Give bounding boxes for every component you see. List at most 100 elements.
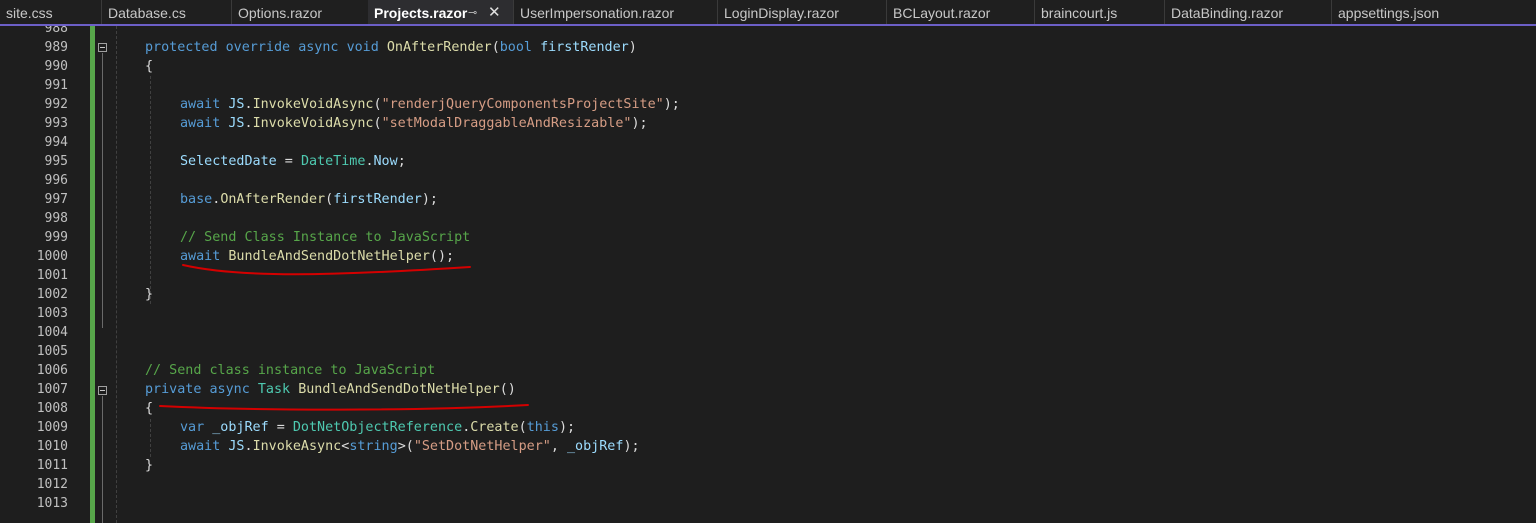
keyword: this: [526, 420, 559, 435]
code-line-997: base.OnAfterRender(firstRender);: [180, 190, 438, 209]
punctuation: );: [623, 439, 640, 454]
tab-site-css[interactable]: site.css: [0, 0, 106, 24]
collapse-icon[interactable]: [98, 43, 107, 52]
keyword: string: [349, 439, 398, 454]
line-number: 1009: [36, 420, 68, 435]
keyword: void: [346, 40, 379, 55]
line-number: 992: [44, 97, 68, 112]
line-number: 1011: [36, 458, 68, 473]
line-number: 989: [44, 40, 68, 55]
method-name: InvokeVoidAsync: [252, 97, 374, 112]
code-line-1000: await BundleAndSendDotNetHelper();: [180, 247, 454, 266]
punctuation: .: [244, 116, 253, 131]
fold-region-line: [102, 396, 103, 523]
code-line-992: await JS.InvokeVoidAsync("renderjQueryCo…: [180, 95, 680, 114]
code-line-995: SelectedDate = DateTime.Now;: [180, 152, 406, 171]
line-number: 1005: [36, 344, 68, 359]
line-number: 995: [44, 154, 68, 169]
parameter: firstRender: [540, 40, 629, 55]
tab-database-cs[interactable]: Database.cs: [101, 0, 231, 24]
tab-userimpersonation-razor[interactable]: UserImpersonation.razor: [513, 0, 717, 24]
line-number: 991: [44, 78, 68, 93]
line-number: 997: [44, 192, 68, 207]
keyword: await: [180, 439, 221, 454]
identifier: Now: [373, 154, 398, 169]
punctuation: (: [325, 192, 334, 207]
identifier: _objRef: [212, 420, 269, 435]
tab-braincourt-js[interactable]: braincourt.js: [1034, 0, 1164, 24]
keyword: bool: [499, 40, 532, 55]
tab-options-razor[interactable]: Options.razor: [231, 0, 368, 24]
fold-region-line: [102, 53, 103, 328]
line-number: 999: [44, 230, 68, 245]
punctuation: (: [518, 420, 527, 435]
indent-guide: [150, 419, 151, 457]
line-number: 998: [44, 211, 68, 226]
tab-label: Options.razor: [238, 5, 323, 21]
punctuation: ();: [429, 249, 455, 264]
indent-guide: [116, 26, 117, 523]
punctuation: );: [663, 97, 680, 112]
document-tab-strip: site.css Database.cs Options.razor Proje…: [0, 0, 1536, 26]
string-literal: "renderjQueryComponentsProjectSite": [381, 97, 664, 112]
tab-logindisplay-razor[interactable]: LoginDisplay.razor: [717, 0, 886, 24]
line-number: 1001: [36, 268, 68, 283]
brace: }: [145, 287, 154, 302]
keyword: await: [180, 249, 221, 264]
code-line-1002: }: [145, 285, 153, 304]
method-name: OnAfterRender: [220, 192, 326, 207]
tab-databinding-razor[interactable]: DataBinding.razor: [1164, 0, 1331, 24]
brace: {: [145, 401, 154, 416]
line-number: 1010: [36, 439, 68, 454]
red-underline-annotation: [159, 404, 529, 411]
line-number: 1007: [36, 382, 68, 397]
line-number: 994: [44, 135, 68, 150]
punctuation: .: [244, 439, 253, 454]
tab-label: UserImpersonation.razor: [520, 5, 675, 21]
change-tracking-bar: [90, 26, 95, 523]
line-number: 996: [44, 173, 68, 188]
code-line-1008: {: [145, 399, 153, 418]
line-number: 1004: [36, 325, 68, 340]
method-name: BundleAndSendDotNetHelper: [228, 249, 430, 264]
code-editor[interactable]: 988 989 990 991 992 993 994 995 996 997 …: [0, 26, 1536, 523]
line-number: 1002: [36, 287, 68, 302]
keyword: override: [225, 40, 291, 55]
tab-label: braincourt.js: [1041, 5, 1118, 21]
code-line-1009: var _objRef = DotNetObjectReference.Crea…: [180, 418, 575, 437]
keyword: await: [180, 97, 221, 112]
identifier: JS: [228, 439, 245, 454]
string-literal: "SetDotNetHelper": [413, 439, 551, 454]
line-number: 1008: [36, 401, 68, 416]
identifier: _objRef: [567, 439, 624, 454]
keyword: async: [209, 382, 250, 397]
string-literal: "setModalDraggableAndResizable": [381, 116, 632, 131]
tab-appsettings-json[interactable]: appsettings.json: [1331, 0, 1486, 24]
operator: =: [276, 154, 301, 169]
type-name: DateTime: [300, 154, 366, 169]
punctuation: (): [499, 382, 516, 397]
pin-tab-icon[interactable]: ⊸: [468, 0, 477, 24]
tab-bclayout-razor[interactable]: BCLayout.razor: [886, 0, 1034, 24]
code-line-990: {: [145, 57, 153, 76]
identifier: JS: [228, 116, 245, 131]
indent-guide: [150, 76, 151, 304]
line-number: 1012: [36, 477, 68, 492]
identifier: SelectedDate: [180, 154, 277, 169]
method-name: BundleAndSendDotNetHelper: [298, 382, 500, 397]
punctuation: );: [558, 420, 576, 435]
type-name: DotNetObjectReference: [292, 420, 463, 435]
tab-label: DataBinding.razor: [1171, 5, 1284, 21]
close-tab-icon[interactable]: ✕: [488, 0, 501, 24]
punctuation: >(: [397, 439, 414, 454]
tab-label: Database.cs: [108, 5, 186, 21]
punctuation: (: [373, 97, 382, 112]
comment: // Send Class Instance to JavaScript: [180, 230, 471, 245]
keyword: protected: [145, 40, 218, 55]
collapse-icon[interactable]: [98, 386, 107, 395]
punctuation: );: [631, 116, 648, 131]
code-line-993: await JS.InvokeVoidAsync("setModalDragga…: [180, 114, 648, 133]
tab-projects-razor[interactable]: Projects.razor ⊸ ✕: [368, 0, 513, 24]
line-number: 993: [44, 116, 68, 131]
tab-label: appsettings.json: [1338, 5, 1440, 21]
